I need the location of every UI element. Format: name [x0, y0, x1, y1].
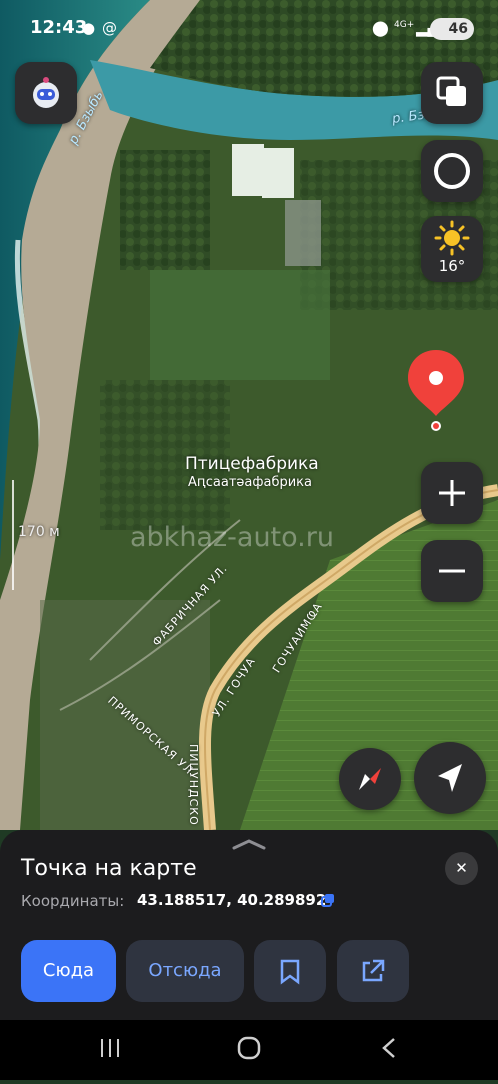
- sun-icon: [434, 220, 470, 256]
- close-button[interactable]: ✕: [445, 852, 478, 885]
- voice-assistant-button[interactable]: [421, 140, 483, 202]
- card-title: Точка на карте: [21, 856, 197, 881]
- status-bar: 12:43 ● @ ⬤ 4G+ ▂▄▆ 46: [0, 0, 498, 58]
- location-icon: ⬤: [372, 19, 389, 37]
- system-nav-bar: [0, 1020, 498, 1080]
- bookmark-button[interactable]: [254, 940, 326, 1002]
- minus-icon: [439, 569, 465, 573]
- watermark: abkhaz-auto.ru: [130, 522, 334, 553]
- map-view[interactable]: р. Бзыбь р. Бзыбь Птицефабрика Аԥсаатәаф…: [0, 0, 498, 830]
- layers-button[interactable]: [421, 62, 483, 124]
- route-from-here-button[interactable]: Отсюда: [126, 940, 244, 1002]
- bookmark-icon: [280, 959, 300, 985]
- robot-icon: [33, 77, 59, 108]
- navigation-arrow-icon: [438, 764, 462, 792]
- nav-buttons: [101, 1036, 395, 1060]
- compass-button[interactable]: [339, 748, 401, 810]
- message-icon: ●: [82, 19, 96, 37]
- compass-icon: [359, 768, 381, 790]
- copy-icon[interactable]: [320, 892, 336, 908]
- scale-label: 170 м: [18, 524, 60, 540]
- battery-indicator: 46: [430, 18, 474, 40]
- zoom-in-button[interactable]: [421, 462, 483, 524]
- share-button[interactable]: [337, 940, 409, 1002]
- home-icon[interactable]: [237, 1036, 261, 1060]
- weather-widget[interactable]: 16°: [421, 216, 483, 282]
- coordinates-value[interactable]: 43.188517, 40.289892: [137, 891, 326, 909]
- assistant-button[interactable]: [15, 62, 77, 124]
- street-label: ПИЦУНДСКО: [187, 744, 200, 826]
- scale-bar: [12, 480, 14, 590]
- network-type: 4G+: [394, 20, 415, 30]
- plus-icon: [439, 480, 465, 506]
- place-name-local: Аԥсаатәафабрика: [188, 475, 313, 490]
- alice-icon: [434, 153, 470, 189]
- coordinates-label: Координаты:: [21, 892, 125, 910]
- route-here-button[interactable]: Сюда: [21, 940, 116, 1002]
- place-name[interactable]: Птицефабрика: [185, 454, 319, 474]
- chevron-up-icon[interactable]: [232, 838, 266, 850]
- close-icon: ✕: [455, 859, 468, 877]
- map-pin-icon[interactable]: [406, 348, 466, 434]
- recent-apps-icon[interactable]: [101, 1039, 119, 1057]
- place-card: Точка на карте Координаты: 43.188517, 40…: [0, 830, 498, 1020]
- my-location-button[interactable]: [414, 742, 486, 814]
- back-icon[interactable]: [382, 1038, 395, 1058]
- weather-temperature: 16°: [438, 257, 466, 275]
- layers-icon: [436, 76, 466, 106]
- at-icon: @: [102, 19, 117, 37]
- share-icon: [362, 959, 385, 982]
- status-time: 12:43: [30, 17, 88, 38]
- zoom-out-button[interactable]: [421, 540, 483, 602]
